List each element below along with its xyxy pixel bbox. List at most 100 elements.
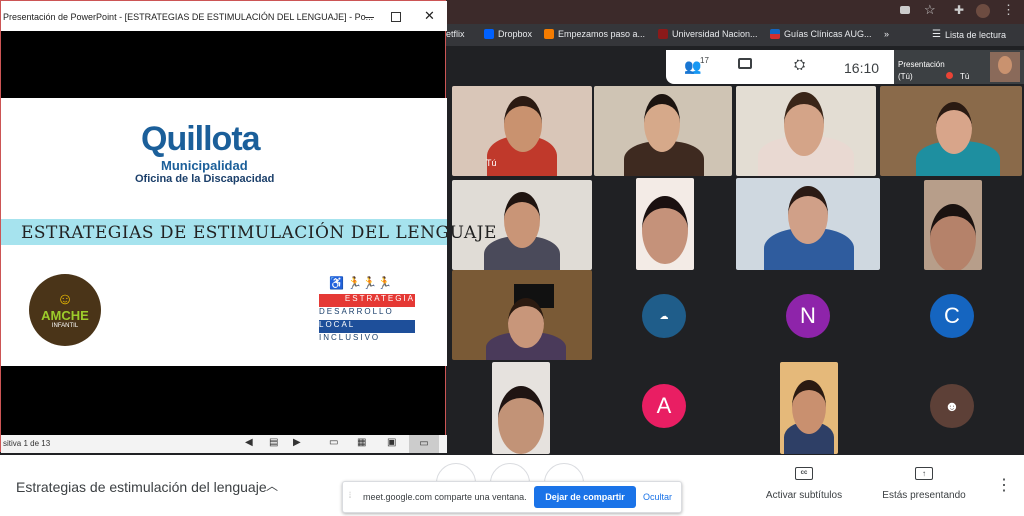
chevron-up-icon[interactable]: ︿ [266, 477, 278, 494]
logo-figure-icon: ☺ [56, 290, 74, 308]
hide-link[interactable]: Ocultar [643, 492, 672, 502]
participant-avatar-c[interactable]: C [930, 294, 974, 338]
strategy-row: LOCAL [319, 320, 415, 333]
stop-sharing-label: Dejar de compartir [545, 492, 625, 502]
participant-face [504, 192, 540, 248]
participants-count: 17 [700, 56, 709, 65]
people-icon[interactable]: 👥 [684, 58, 701, 75]
bookmark-reading-list[interactable]: ☰ Lista de lectura [932, 29, 1006, 40]
avatar-letter: A [656, 393, 672, 418]
strategy-row: INCLUSIVO [319, 333, 415, 346]
self-label: Tú [960, 72, 970, 81]
bookmark-label: Universidad Nacion... [672, 29, 758, 39]
meeting-name[interactable]: Estrategias de estimulación del lenguaje [16, 479, 267, 495]
university-icon [658, 29, 668, 39]
presentation-label: Presentación [898, 60, 945, 69]
self-label: Tú [486, 158, 497, 168]
brand-sub1: Municipalidad [161, 158, 248, 173]
participant-face [642, 196, 688, 264]
brand-sub2: Oficina de la Discapacidad [135, 173, 275, 185]
brand-logo: Quillota [141, 120, 261, 158]
reading-list-icon: ☰ [932, 29, 941, 40]
participant-avatar-n[interactable]: N [786, 294, 830, 338]
meet-bottom-bar: Estrategias de estimulación del lenguaje… [0, 455, 1024, 516]
captions-label: Activar subtítulos [765, 490, 843, 501]
participant-face [644, 94, 680, 152]
powerpoint-window: Presentación de PowerPoint - [ESTRATEGIA… [0, 0, 496, 453]
maximize-icon[interactable] [391, 12, 401, 22]
group-photo-icon: ☻ [944, 398, 960, 414]
previous-icon[interactable]: ◀ [245, 437, 253, 448]
participant-face [792, 380, 826, 434]
presenting-button[interactable]: ↑ Estás presentando [874, 467, 974, 507]
participant-tile[interactable] [636, 178, 694, 270]
presentation-tile[interactable]: Presentación (Tú) Tú [894, 50, 1024, 84]
participant-avatar-photo[interactable]: ☁ [642, 294, 686, 338]
more-bookmarks[interactable]: » [884, 29, 889, 39]
minimize-icon[interactable] [365, 17, 374, 18]
chat-icon[interactable] [738, 58, 752, 69]
presentation-you: (Tú) [898, 72, 913, 81]
stop-sharing-button[interactable]: Dejar de compartir [534, 486, 636, 508]
window-title: Presentación de PowerPoint - [ESTRATEGIA… [3, 12, 374, 22]
drag-handle-icon[interactable]: ⦙ [349, 490, 351, 501]
participant-tile-self[interactable]: Tú [452, 86, 592, 176]
bookmark-guias[interactable]: Guías Clínicas AUG... [770, 29, 872, 39]
bookmark-dropbox[interactable]: Dropbox [484, 29, 532, 39]
profile-avatar[interactable] [976, 4, 990, 18]
slide-counter: sitiva 1 de 13 [3, 439, 51, 448]
participant-face [936, 102, 972, 154]
strategy-logo: ♿ 🏃🏃🏃 ESTRATEGIA DESARROLLO LOCAL INCLUS… [319, 276, 415, 348]
participant-avatar-photo[interactable]: ☻ [930, 384, 974, 428]
bookmark-label: Empezamos paso a... [558, 29, 646, 39]
bookmarks-bar: etflix Dropbox Empezamos paso a... Unive… [446, 24, 1024, 46]
bookmark-universidad[interactable]: Universidad Nacion... [658, 29, 758, 39]
dropbox-icon [484, 29, 494, 39]
bookmark-netflix[interactable]: etflix [446, 29, 465, 39]
participant-face [998, 56, 1012, 74]
camera-icon[interactable] [900, 6, 910, 14]
share-notification: ⦙ meet.google.com comparte una ventana. … [342, 481, 682, 513]
people-pictogram-icon: ♿ 🏃🏃🏃 [329, 276, 393, 290]
participant-avatar-a[interactable]: A [642, 384, 686, 428]
more-options-icon[interactable]: ⋮ [996, 475, 1012, 495]
strategy-row-text: ESTRATEGIA [344, 294, 415, 303]
bookmark-empezamos[interactable]: Empezamos paso a... [544, 29, 645, 39]
slides-menu-icon[interactable]: ▤ [269, 437, 278, 448]
share-text: meet.google.com comparte una ventana. [363, 492, 527, 502]
participant-tile[interactable] [880, 86, 1022, 176]
participant-tile[interactable] [492, 362, 550, 454]
bookmark-label: Guías Clínicas AUG... [784, 29, 872, 39]
slide: Quillota Municipalidad Oficina de la Dis… [1, 98, 496, 366]
participant-tile[interactable] [924, 180, 982, 270]
normal-view-icon[interactable]: ▭ [329, 437, 338, 448]
captions-button[interactable]: cc Activar subtítulos [754, 467, 854, 507]
flag-icon [770, 29, 780, 39]
participant-tile[interactable] [736, 86, 876, 176]
strategy-row: ESTRATEGIA [319, 294, 415, 307]
browser-menu-icon[interactable]: ⋮ [1002, 2, 1015, 18]
reading-view-icon[interactable]: ▣ [387, 437, 396, 448]
strategy-row-text: LOCAL [319, 320, 356, 329]
close-icon[interactable]: ✕ [424, 8, 435, 24]
bookmark-label: Dropbox [498, 29, 533, 39]
self-thumbnail [990, 52, 1020, 82]
browser-toolbar: ☆ ✚ ⋮ [446, 0, 1024, 24]
participant-tile[interactable] [780, 362, 838, 454]
avatar-letter: N [800, 303, 816, 328]
presenting-label: Estás presentando [882, 490, 966, 501]
participant-tile[interactable] [594, 86, 732, 176]
meet-info-bar: 👥 17 ⛭ 16:10 Presentación (Tú) Tú [666, 50, 1024, 84]
sorter-view-icon[interactable]: ▦ [357, 437, 366, 448]
slideshow-view-icon[interactable]: ▭ [409, 435, 439, 453]
bookmark-star-icon[interactable]: ☆ [924, 2, 936, 18]
chevron-right-icon: » [884, 29, 890, 39]
participant-tile[interactable] [736, 178, 880, 270]
blogger-icon [544, 29, 554, 39]
next-icon[interactable]: ▶ [293, 437, 301, 448]
bookmark-label: etflix [446, 29, 465, 39]
extensions-icon[interactable]: ✚ [954, 3, 964, 17]
amche-logo: ☺ AMCHE INFANTIL [29, 274, 101, 346]
participant-tile[interactable] [452, 270, 592, 360]
activities-icon[interactable]: ⛭ [794, 56, 805, 73]
